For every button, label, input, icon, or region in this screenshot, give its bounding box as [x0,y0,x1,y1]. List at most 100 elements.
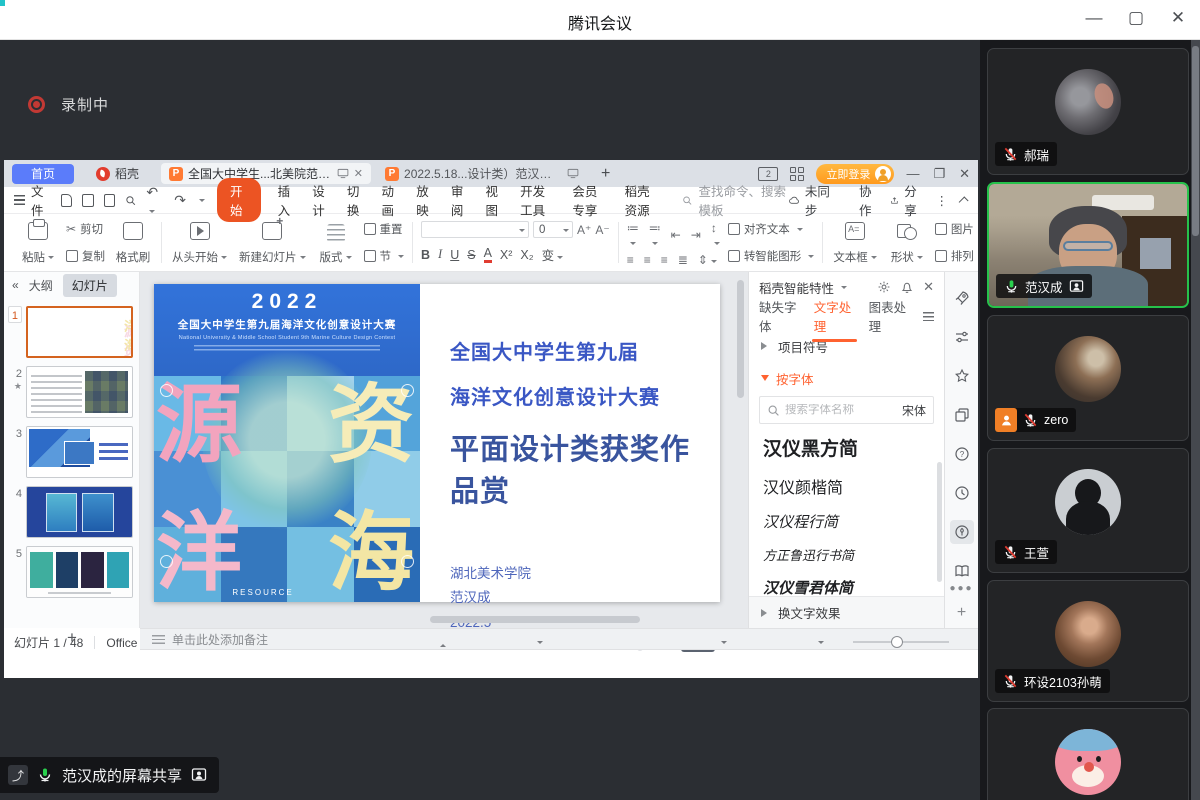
font-item[interactable]: 汉仪雪君体简 [763,577,930,598]
tab-docer[interactable]: 稻壳 [80,165,155,182]
slide-thumbnail-1[interactable] [26,306,133,358]
panel-menu-icon[interactable] [923,312,934,321]
undo-button[interactable]: ↶ [146,184,164,217]
close-button[interactable]: ✕ [1168,8,1188,28]
current-slide[interactable]: 2022 全国大中学生第九届海洋文化创意设计大赛 National Univer… [154,284,720,602]
command-search[interactable]: 查找命令、搜索模板 [682,181,789,219]
play-from-start-button[interactable]: 从头开始 [170,218,229,267]
strikethrough-button[interactable]: S [467,248,475,262]
participant-tile[interactable]: 王萱 [987,448,1189,573]
text-direction-icon[interactable]: ↕ [711,221,720,249]
bullet-list-icon[interactable]: ≔ [627,221,639,249]
more-tools-icon[interactable]: ●●● [949,583,973,594]
tab-missing-fonts[interactable]: 缺失字体 [759,297,800,335]
share-arrow-icon[interactable]: ⤴ [8,765,28,785]
superscript-button[interactable]: X² [500,248,513,262]
panel-title-caret-icon[interactable] [841,286,847,292]
effects-icon[interactable] [950,364,974,388]
slide-thumbnail-3[interactable] [26,426,133,478]
canvas-vertical-scrollbar[interactable] [737,280,744,398]
font-item[interactable]: 方正鲁迅行书简 [763,545,930,564]
font-color-button[interactable]: A [484,246,492,263]
properties-icon[interactable] [950,325,974,349]
menu-docer-resource[interactable]: 稻壳资源 [625,181,660,219]
reset-button[interactable]: 重置 [364,221,405,237]
docer-panel-icon[interactable] [950,520,974,544]
smart-graphic-button[interactable]: 转智能图形 [728,248,815,264]
decrease-indent-icon[interactable]: ⇤ [671,228,681,242]
notes-bar[interactable]: 单击此处添加备注 [140,628,978,650]
slides-tab[interactable]: 幻灯片 [63,274,117,297]
add-tool-icon[interactable]: + [957,604,966,622]
history-icon[interactable] [950,481,974,505]
format-painter-button[interactable]: 格式刷 [113,218,153,267]
picture-button[interactable]: 图片 [935,221,978,237]
slide-thumbnail-2[interactable] [26,366,133,418]
maximize-button[interactable]: ▢ [1126,8,1146,28]
underline-button[interactable]: U [450,248,459,262]
menu-transition[interactable]: 切换 [347,181,365,219]
align-center-icon[interactable]: ≡ [644,253,651,267]
menu-start[interactable]: 开始 [217,178,261,222]
decrease-font-icon[interactable]: A⁻ [595,223,609,237]
arrange-button[interactable]: 排列 [935,248,978,264]
copy-button[interactable]: 复制 [66,248,105,264]
menu-member[interactable]: 会员专享 [572,181,607,219]
cut-button[interactable]: ✂剪切 [66,221,105,237]
collapse-ribbon-icon[interactable] [959,196,969,206]
participant-tile[interactable]: 郝瑞 [987,48,1189,175]
wps-restore-button[interactable]: ❐ [933,166,945,182]
font-search-input[interactable] [785,404,897,416]
subscript-button[interactable]: X₂ [520,248,533,262]
font-filter[interactable]: 宋体 [902,402,926,419]
quick-tools-icon[interactable] [950,286,974,310]
print-icon[interactable] [104,194,116,207]
share-button[interactable]: 分享 [890,181,921,219]
align-right-icon[interactable]: ≡ [661,253,668,267]
line-spacing-icon[interactable]: ⇕ [698,253,717,267]
wps-minimize-button[interactable]: — [906,166,919,182]
slide-thumbnail-4[interactable] [26,486,133,538]
text-effect-section[interactable]: 换文字效果 [749,596,944,628]
layout-button[interactable]: 版式 [316,218,356,267]
workspace-grid-icon[interactable] [790,167,804,181]
font-search-box[interactable]: 宋体 [759,396,934,424]
slide-canvas[interactable]: 2022 全国大中学生第九届海洋文化创意设计大赛 National Univer… [140,272,748,628]
new-slide-button[interactable]: 新建幻灯片 [237,218,308,267]
gear-icon[interactable] [877,280,891,294]
italic-button[interactable]: I [438,247,442,262]
more-caret-icon[interactable] [199,199,205,205]
increase-font-icon[interactable]: A⁺ [577,223,591,237]
participant-tile[interactable]: 环设2103孙萌 [987,580,1189,702]
wps-close-button[interactable]: ✕ [959,166,970,182]
participant-tile[interactable]: 环设2103赵瑜 [987,708,1189,800]
font-item[interactable]: 汉仪黑方简 [763,434,930,461]
output-icon[interactable] [82,194,94,207]
canvas-horizontal-scrollbar[interactable] [430,616,640,623]
font-item[interactable]: 汉仪程行简 [763,511,930,532]
outline-tab[interactable]: 大纲 [29,277,53,294]
participant-tile[interactable]: 范汉成 [987,182,1189,308]
minimize-button[interactable]: — [1084,8,1104,28]
menu-devtools[interactable]: 开发工具 [520,181,555,219]
font-item[interactable]: 汉仪颜楷简 [763,474,930,498]
tab-chart-processing[interactable]: 图表处理 [869,297,910,335]
zoom-slider[interactable] [853,641,949,643]
font-size-select[interactable]: 0 [533,221,573,238]
menu-design[interactable]: 设计 [312,181,330,219]
increase-indent-icon[interactable]: ⇥ [691,228,701,242]
by-font-section[interactable]: 按字体 [749,362,944,394]
participant-tile[interactable]: zero [987,315,1189,441]
add-slide-button[interactable]: + [67,628,77,647]
collapse-panel-icon[interactable]: « [12,278,19,292]
window-arrange-icon[interactable]: 2 [758,167,778,181]
menu-animation[interactable]: 动画 [382,181,400,219]
panel-scrollbar[interactable] [937,462,942,582]
help-icon[interactable] [950,442,974,466]
bell-icon[interactable] [900,280,914,294]
selection-pane-icon[interactable] [950,403,974,427]
close-panel-icon[interactable]: ✕ [923,279,934,295]
sidebar-scrollbar[interactable] [1191,40,1200,800]
shapes-button[interactable]: 形状 [887,218,927,267]
section-button[interactable]: 节 [364,248,405,264]
